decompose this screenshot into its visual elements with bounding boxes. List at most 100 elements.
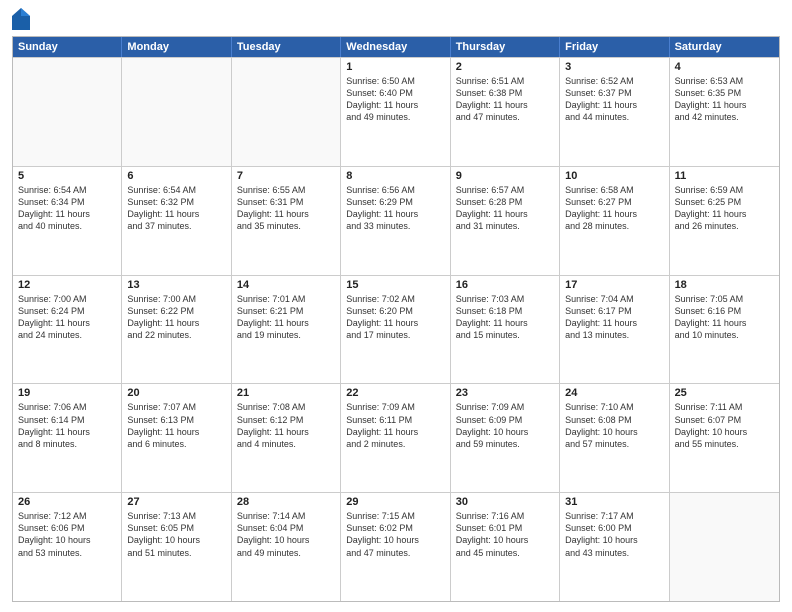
- day-number: 29: [346, 496, 444, 508]
- calendar-header: SundayMondayTuesdayWednesdayThursdayFrid…: [13, 37, 779, 57]
- day-number: 22: [346, 387, 444, 399]
- empty-cell: [122, 58, 231, 166]
- day-number: 14: [237, 279, 335, 291]
- week-row-5: 26Sunrise: 7:12 AM Sunset: 6:06 PM Dayli…: [13, 492, 779, 601]
- week-row-2: 5 Sunrise: 6:54 AM Sunset: 6:34 PM Daylig…: [13, 166, 779, 275]
- day-info: Sunrise: 7:05 AM Sunset: 6:16 PM Dayligh…: [675, 293, 774, 342]
- day-info: Sunrise: 6:51 AM Sunset: 6:38 PM Dayligh…: [456, 75, 554, 124]
- day-number: 30: [456, 496, 554, 508]
- day-cell-7: 7Sunrise: 6:55 AM Sunset: 6:31 PM Daylig…: [232, 167, 341, 275]
- week-row-4: 19 Sunrise: 7:06 AM Sunset: 6:14 PM Dayli…: [13, 383, 779, 492]
- day-number: 24: [565, 387, 663, 399]
- day-number: 21: [237, 387, 335, 399]
- day-number: 26: [18, 496, 116, 508]
- page: SundayMondayTuesdayWednesdayThursdayFrid…: [0, 0, 792, 612]
- day-cell-2: 2 Sunrise: 6:51 AM Sunset: 6:38 PM Daylig…: [451, 58, 560, 166]
- day-cell-22: 22 Sunrise: 7:09 AM Sunset: 6:11 PM Dayli…: [341, 384, 450, 492]
- day-number: 10: [565, 170, 663, 182]
- day-info: Sunrise: 6:56 AM Sunset: 6:29 PM Dayligh…: [346, 184, 444, 233]
- day-cell-3: 3 Sunrise: 6:52 AM Sunset: 6:37 PM Daylig…: [560, 58, 669, 166]
- day-number: 18: [675, 279, 774, 291]
- day-info: Sunrise: 7:04 AM Sunset: 6:17 PM Dayligh…: [565, 293, 663, 342]
- day-cell-9: 9Sunrise: 6:57 AM Sunset: 6:28 PM Daylig…: [451, 167, 560, 275]
- day-info: Sunrise: 7:02 AM Sunset: 6:20 PM Dayligh…: [346, 293, 444, 342]
- day-cell-25: 25 Sunrise: 7:11 AM Sunset: 6:07 PM Dayli…: [670, 384, 779, 492]
- day-cell-30: 30 Sunrise: 7:16 AM Sunset: 6:01 PM Dayli…: [451, 493, 560, 601]
- day-info: Sunrise: 6:55 AM Sunset: 6:31 PM Dayligh…: [237, 184, 335, 233]
- day-cell-21: 21Sunrise: 7:08 AM Sunset: 6:12 PM Dayli…: [232, 384, 341, 492]
- day-number: 19: [18, 387, 116, 399]
- day-cell-11: 11 Sunrise: 6:59 AM Sunset: 6:25 PM Dayli…: [670, 167, 779, 275]
- calendar-body: 1Sunrise: 6:50 AM Sunset: 6:40 PM Daylig…: [13, 57, 779, 601]
- day-number: 9: [456, 170, 554, 182]
- day-number: 3: [565, 61, 663, 73]
- day-number: 17: [565, 279, 663, 291]
- day-number: 2: [456, 61, 554, 73]
- day-cell-20: 20 Sunrise: 7:07 AM Sunset: 6:13 PM Dayli…: [122, 384, 231, 492]
- day-cell-23: 23 Sunrise: 7:09 AM Sunset: 6:09 PM Dayli…: [451, 384, 560, 492]
- day-info: Sunrise: 7:15 AM Sunset: 6:02 PM Dayligh…: [346, 510, 444, 559]
- day-cell-6: 6Sunrise: 6:54 AM Sunset: 6:32 PM Daylig…: [122, 167, 231, 275]
- week-row-3: 12 Sunrise: 7:00 AM Sunset: 6:24 PM Dayli…: [13, 275, 779, 384]
- header-day-wednesday: Wednesday: [341, 37, 450, 57]
- day-number: 8: [346, 170, 444, 182]
- day-info: Sunrise: 6:52 AM Sunset: 6:37 PM Dayligh…: [565, 75, 663, 124]
- day-cell-18: 18 Sunrise: 7:05 AM Sunset: 6:16 PM Dayli…: [670, 276, 779, 384]
- day-info: Sunrise: 7:10 AM Sunset: 6:08 PM Dayligh…: [565, 401, 663, 450]
- day-cell-10: 10 Sunrise: 6:58 AM Sunset: 6:27 PM Dayli…: [560, 167, 669, 275]
- day-cell-16: 16 Sunrise: 7:03 AM Sunset: 6:18 PM Dayli…: [451, 276, 560, 384]
- day-cell-1: 1Sunrise: 6:50 AM Sunset: 6:40 PM Daylig…: [341, 58, 450, 166]
- day-number: 31: [565, 496, 663, 508]
- header-day-tuesday: Tuesday: [232, 37, 341, 57]
- day-info: Sunrise: 7:16 AM Sunset: 6:01 PM Dayligh…: [456, 510, 554, 559]
- day-info: Sunrise: 6:53 AM Sunset: 6:35 PM Dayligh…: [675, 75, 774, 124]
- day-cell-26: 26Sunrise: 7:12 AM Sunset: 6:06 PM Dayli…: [13, 493, 122, 601]
- header-day-friday: Friday: [560, 37, 669, 57]
- day-info: Sunrise: 7:11 AM Sunset: 6:07 PM Dayligh…: [675, 401, 774, 450]
- day-info: Sunrise: 6:58 AM Sunset: 6:27 PM Dayligh…: [565, 184, 663, 233]
- day-cell-31: 31 Sunrise: 7:17 AM Sunset: 6:00 PM Dayli…: [560, 493, 669, 601]
- day-number: 28: [237, 496, 335, 508]
- day-cell-29: 29 Sunrise: 7:15 AM Sunset: 6:02 PM Dayli…: [341, 493, 450, 601]
- day-number: 5: [18, 170, 116, 182]
- day-number: 15: [346, 279, 444, 291]
- day-cell-12: 12 Sunrise: 7:00 AM Sunset: 6:24 PM Dayli…: [13, 276, 122, 384]
- day-info: Sunrise: 7:09 AM Sunset: 6:11 PM Dayligh…: [346, 401, 444, 450]
- day-info: Sunrise: 7:01 AM Sunset: 6:21 PM Dayligh…: [237, 293, 335, 342]
- day-number: 25: [675, 387, 774, 399]
- empty-cell: [232, 58, 341, 166]
- day-cell-17: 17 Sunrise: 7:04 AM Sunset: 6:17 PM Dayli…: [560, 276, 669, 384]
- day-info: Sunrise: 6:59 AM Sunset: 6:25 PM Dayligh…: [675, 184, 774, 233]
- week-row-1: 1Sunrise: 6:50 AM Sunset: 6:40 PM Daylig…: [13, 57, 779, 166]
- day-info: Sunrise: 7:06 AM Sunset: 6:14 PM Dayligh…: [18, 401, 116, 450]
- day-info: Sunrise: 7:00 AM Sunset: 6:24 PM Dayligh…: [18, 293, 116, 342]
- day-info: Sunrise: 7:07 AM Sunset: 6:13 PM Dayligh…: [127, 401, 225, 450]
- day-info: Sunrise: 7:00 AM Sunset: 6:22 PM Dayligh…: [127, 293, 225, 342]
- day-cell-5: 5 Sunrise: 6:54 AM Sunset: 6:34 PM Daylig…: [13, 167, 122, 275]
- day-info: Sunrise: 7:09 AM Sunset: 6:09 PM Dayligh…: [456, 401, 554, 450]
- day-number: 16: [456, 279, 554, 291]
- day-cell-28: 28Sunrise: 7:14 AM Sunset: 6:04 PM Dayli…: [232, 493, 341, 601]
- day-info: Sunrise: 6:54 AM Sunset: 6:34 PM Dayligh…: [18, 184, 116, 233]
- day-info: Sunrise: 7:17 AM Sunset: 6:00 PM Dayligh…: [565, 510, 663, 559]
- day-cell-4: 4 Sunrise: 6:53 AM Sunset: 6:35 PM Daylig…: [670, 58, 779, 166]
- day-number: 27: [127, 496, 225, 508]
- header-day-saturday: Saturday: [670, 37, 779, 57]
- header-day-monday: Monday: [122, 37, 231, 57]
- day-number: 4: [675, 61, 774, 73]
- day-info: Sunrise: 7:03 AM Sunset: 6:18 PM Dayligh…: [456, 293, 554, 342]
- day-info: Sunrise: 6:50 AM Sunset: 6:40 PM Dayligh…: [346, 75, 444, 124]
- day-number: 11: [675, 170, 774, 182]
- day-cell-19: 19 Sunrise: 7:06 AM Sunset: 6:14 PM Dayli…: [13, 384, 122, 492]
- day-number: 12: [18, 279, 116, 291]
- logo-icon: [12, 8, 30, 30]
- day-number: 13: [127, 279, 225, 291]
- day-cell-24: 24 Sunrise: 7:10 AM Sunset: 6:08 PM Dayli…: [560, 384, 669, 492]
- empty-cell: [13, 58, 122, 166]
- day-number: 20: [127, 387, 225, 399]
- day-cell-13: 13 Sunrise: 7:00 AM Sunset: 6:22 PM Dayli…: [122, 276, 231, 384]
- header-day-sunday: Sunday: [13, 37, 122, 57]
- day-info: Sunrise: 7:13 AM Sunset: 6:05 PM Dayligh…: [127, 510, 225, 559]
- day-number: 23: [456, 387, 554, 399]
- day-cell-14: 14 Sunrise: 7:01 AM Sunset: 6:21 PM Dayli…: [232, 276, 341, 384]
